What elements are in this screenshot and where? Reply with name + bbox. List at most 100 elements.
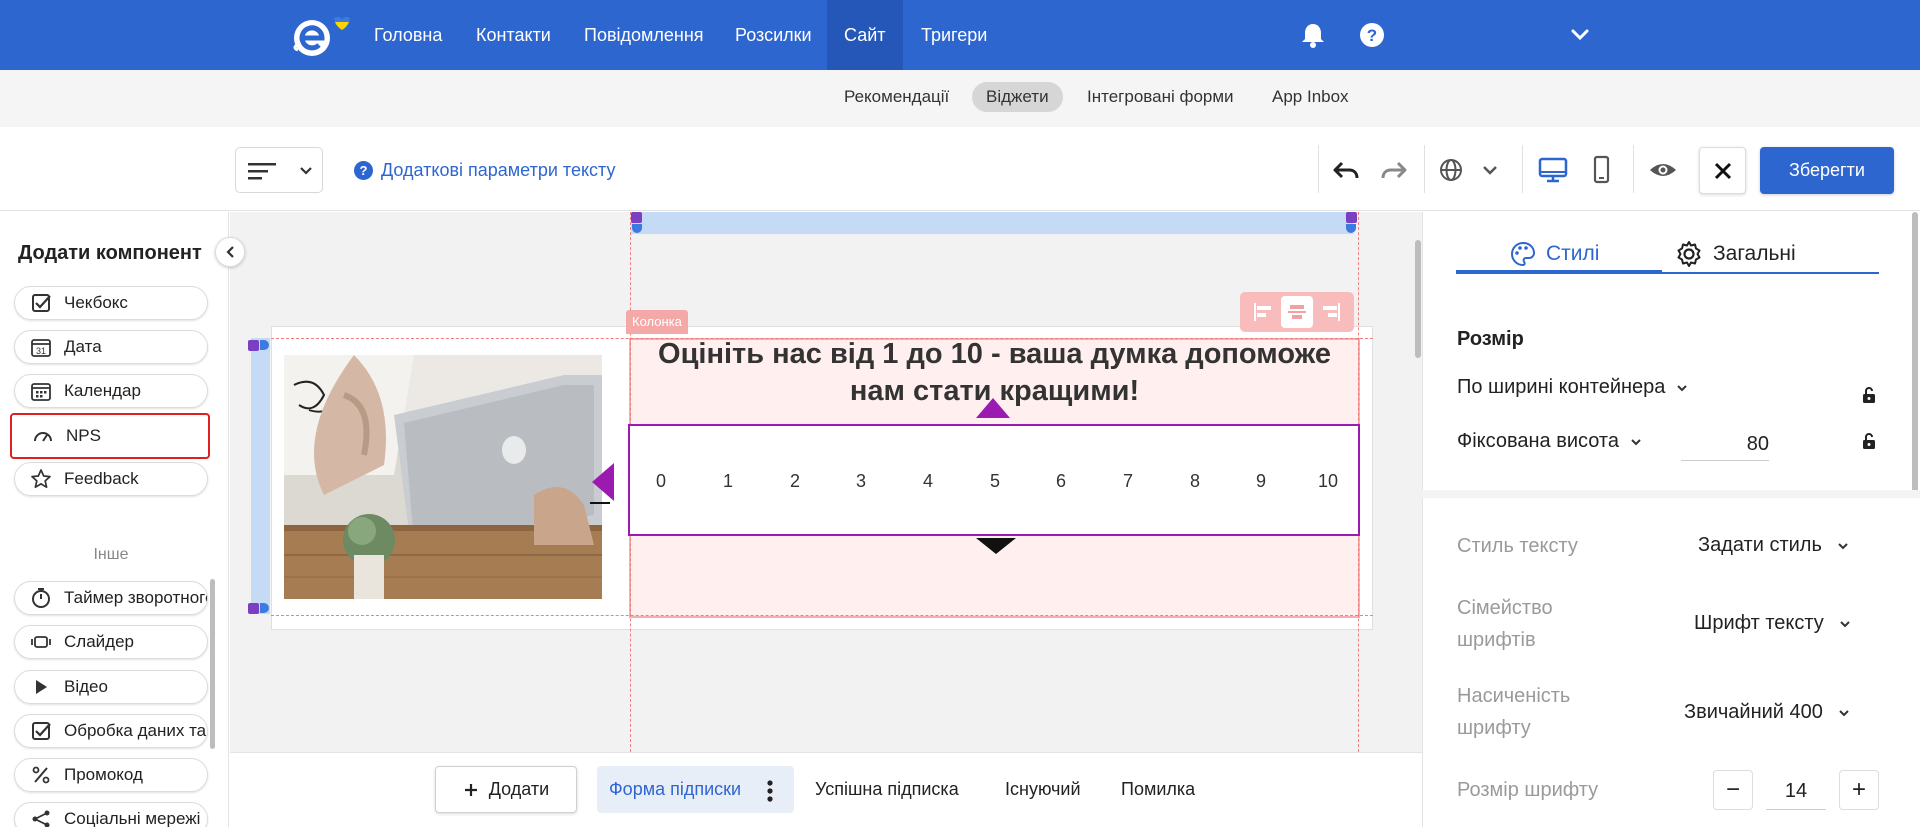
component-video[interactable]: Відео: [14, 670, 208, 704]
column-tag[interactable]: Колонка: [626, 310, 688, 334]
state-tab-existing[interactable]: Існуючий: [993, 766, 1093, 813]
component-countdown-timer[interactable]: Таймер зворотного відліку: [14, 581, 208, 615]
chevron-down-icon: [1631, 438, 1641, 445]
state-tab-error[interactable]: Помилка: [1109, 766, 1207, 813]
text-style-value: Задати стиль: [1698, 534, 1822, 556]
state-tab-subscription-form[interactable]: Форма підписки: [597, 766, 794, 813]
height-mode-select[interactable]: Фіксована висота: [1457, 430, 1643, 453]
close-icon: [1714, 162, 1732, 180]
bell-icon[interactable]: [1298, 20, 1328, 50]
component-feedback[interactable]: Feedback: [14, 462, 208, 496]
resize-handle[interactable]: [248, 603, 259, 614]
laptop-photo[interactable]: [284, 355, 602, 599]
resize-handle[interactable]: [1346, 212, 1357, 223]
height-input[interactable]: 80: [1681, 427, 1769, 461]
align-left-button[interactable]: [1246, 296, 1278, 328]
component-social[interactable]: Соціальні мережі: [14, 802, 208, 827]
font-weight-select[interactable]: Звичайний 400: [1684, 701, 1851, 724]
toolbar-divider: [1522, 145, 1523, 193]
align-center-button[interactable]: [1280, 296, 1313, 328]
chevron-down-icon[interactable]: [1473, 153, 1507, 187]
tab-styles[interactable]: Стилі: [1510, 236, 1599, 272]
chevron-down-icon: [1839, 709, 1849, 716]
chevron-down-icon: [300, 167, 312, 175]
component-promocode[interactable]: Промокод: [14, 758, 208, 792]
resize-handle[interactable]: [631, 212, 642, 223]
svg-text:31: 31: [36, 346, 46, 356]
font-size-increase-button[interactable]: +: [1839, 770, 1879, 810]
width-mode-select[interactable]: По ширині контейнера: [1457, 376, 1689, 399]
subnav-integrated-forms[interactable]: Інтегровані форми: [1073, 82, 1248, 112]
resize-handle[interactable]: [248, 340, 259, 351]
lock-icon[interactable]: [1861, 386, 1877, 404]
more-options-icon[interactable]: [767, 780, 773, 802]
help-icon[interactable]: ?: [1357, 20, 1387, 50]
add-component-title: Додати компонент: [18, 242, 202, 264]
subnav-widgets[interactable]: Віджети: [972, 82, 1063, 112]
extra-text-params-link[interactable]: ? Додаткові параметри тексту: [354, 157, 615, 183]
align-center-icon: [1287, 305, 1306, 319]
left-panel-scrollbar[interactable]: [210, 579, 215, 749]
section-divider: [1422, 490, 1920, 498]
nav-home[interactable]: Головна: [357, 0, 459, 70]
component-label: Чекбокс: [64, 293, 128, 312]
nps-option[interactable]: 0: [641, 471, 681, 492]
font-size-input[interactable]: 14: [1766, 772, 1826, 810]
nps-component[interactable]: 0 1 2 3 4 5 6 7 8 9 10: [628, 424, 1360, 536]
nps-option[interactable]: 8: [1175, 471, 1215, 492]
mobile-view-icon[interactable]: [1584, 153, 1618, 187]
properties-scrollbar[interactable]: [1912, 212, 1918, 494]
nps-option[interactable]: 5: [975, 471, 1015, 492]
save-button[interactable]: Зберегти: [1760, 147, 1894, 194]
lock-icon[interactable]: [1861, 432, 1877, 450]
nps-option[interactable]: 3: [841, 471, 881, 492]
component-nps[interactable]: NPS: [10, 413, 210, 459]
nav-triggers[interactable]: Тригери: [904, 0, 1004, 70]
canvas-scrollbar[interactable]: [1415, 240, 1421, 358]
chevron-down-icon[interactable]: [1565, 20, 1595, 50]
nps-option[interactable]: 7: [1108, 471, 1148, 492]
font-size-decrease-button[interactable]: −: [1713, 770, 1753, 810]
share-icon: [32, 810, 50, 827]
undo-icon[interactable]: [1330, 153, 1364, 187]
nps-option[interactable]: 10: [1308, 471, 1348, 492]
component-data-processing[interactable]: Обробка даних та: [14, 714, 208, 748]
component-checkbox[interactable]: Чекбокс: [14, 286, 208, 320]
move-up-handle[interactable]: [976, 398, 1010, 418]
subnav-recommendations[interactable]: Рекомендації: [830, 82, 963, 112]
nps-option[interactable]: 2: [775, 471, 815, 492]
component-slider[interactable]: Слайдер: [14, 625, 208, 659]
globe-icon[interactable]: [1434, 153, 1468, 187]
nav-campaigns[interactable]: Розсилки: [718, 0, 829, 70]
collapse-panel-button[interactable]: [215, 237, 245, 267]
nps-option[interactable]: 6: [1041, 471, 1081, 492]
preview-eye-icon[interactable]: [1646, 153, 1680, 187]
text-align-select[interactable]: [235, 147, 323, 193]
subnav-app-inbox[interactable]: App Inbox: [1258, 82, 1363, 112]
move-down-handle[interactable]: [976, 538, 1016, 554]
align-right-button[interactable]: [1316, 296, 1348, 328]
tab-general[interactable]: Загальні: [1675, 236, 1796, 272]
column-align-control: [1240, 292, 1354, 332]
esputnik-logo[interactable]: [290, 14, 354, 58]
nav-contacts[interactable]: Контакти: [459, 0, 568, 70]
chevron-left-icon: [226, 246, 234, 258]
state-tab-success[interactable]: Успішна підписка: [803, 766, 971, 813]
nav-site[interactable]: Сайт: [827, 0, 903, 70]
add-state-button[interactable]: Додати: [435, 766, 577, 813]
component-date[interactable]: 31 Дата: [14, 330, 208, 364]
nav-messages[interactable]: Повідомлення: [567, 0, 721, 70]
toolbar-divider: [1318, 145, 1319, 193]
redo-icon[interactable]: [1376, 153, 1410, 187]
nps-option[interactable]: 4: [908, 471, 948, 492]
component-calendar[interactable]: Календар: [14, 374, 208, 408]
palette-icon: [1511, 241, 1536, 267]
close-editor-button[interactable]: [1699, 147, 1746, 194]
desktop-view-icon[interactable]: [1536, 153, 1570, 187]
nps-option[interactable]: 1: [708, 471, 748, 492]
move-left-handle[interactable]: [592, 463, 614, 501]
extra-text-params-label: Додаткові параметри тексту: [381, 159, 616, 180]
font-family-select[interactable]: Шрифт тексту: [1694, 612, 1852, 635]
nps-option[interactable]: 9: [1241, 471, 1281, 492]
text-style-select[interactable]: Задати стиль: [1698, 534, 1850, 557]
